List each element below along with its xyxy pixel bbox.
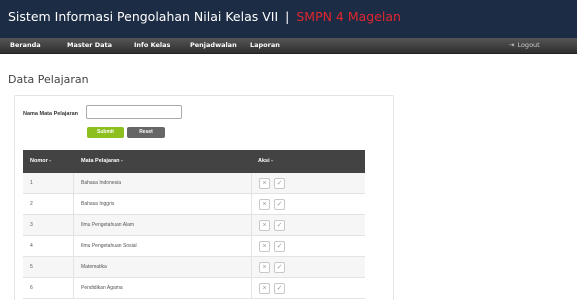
edit-button[interactable]: ✓ [274,241,285,252]
nav-item-master-data[interactable]: Master Data [67,41,112,49]
edit-button[interactable]: ✓ [274,178,285,189]
column-divider [73,257,74,277]
school-name: SMPN 4 Magelan [296,9,401,24]
main-navbar: Beranda Master Data Info Kelas Penjadwal… [0,38,577,54]
check-icon: ✓ [276,180,283,187]
column-divider [251,215,252,235]
column-header-mata-pelajaran[interactable]: Mata Pelajaran - [81,158,123,164]
row-number: 5 [30,264,33,270]
column-divider [73,215,74,235]
table-row: 1 Bahasa Indonesia × ✓ [23,173,365,194]
column-divider [251,278,252,298]
title-separator: | [285,9,290,24]
column-divider [73,278,74,298]
row-number: 6 [30,285,33,291]
row-subject: Matematika [81,264,107,270]
row-subject: Ilmu Pengetahuan Sosial [81,243,137,249]
table-row: 6 Pendidikan Agama × ✓ [23,278,365,299]
check-icon: ✓ [276,222,283,229]
close-icon: × [262,243,267,250]
delete-button[interactable]: × [259,220,270,231]
check-icon: ✓ [276,201,283,208]
delete-button[interactable]: × [259,199,270,210]
row-subject: Pendidikan Agama [81,285,123,291]
close-icon: × [262,222,267,229]
column-divider [251,194,252,214]
column-divider [251,173,252,193]
delete-button[interactable]: × [259,262,270,273]
app-header: Sistem Informasi Pengolahan Nilai Kelas … [0,0,577,38]
edit-button[interactable]: ✓ [274,283,285,294]
nav-item-info-kelas[interactable]: Info Kelas [134,41,170,49]
edit-button[interactable]: ✓ [274,262,285,273]
app-title-text: Sistem Informasi Pengolahan Nilai Kelas … [8,9,279,24]
delete-button[interactable]: × [259,178,270,189]
column-header-nomor[interactable]: Nomor - [30,158,51,164]
table-row: 5 Matematika × ✓ [23,257,365,278]
row-subject: Bahasa Indonesia [81,180,122,186]
nav-item-penjadwalan[interactable]: Penjadwalan [190,41,237,49]
delete-button[interactable]: × [259,283,270,294]
close-icon: × [262,201,267,208]
check-icon: ✓ [276,264,283,271]
column-divider [251,257,252,277]
logout-arrow-icon: ⇥ [509,41,515,49]
table-row: 3 Ilmu Pengetahuan Alam × ✓ [23,215,365,236]
nav-item-laporan[interactable]: Laporan [250,41,280,49]
logout-label: Logout [517,41,540,49]
check-icon: ✓ [276,285,283,292]
submit-button[interactable]: Submit [87,127,124,138]
column-divider [73,236,74,256]
close-icon: × [262,264,267,271]
row-subject: Bahasa Inggris [81,201,115,207]
row-subject: Ilmu Pengetahuan Alam [81,222,135,228]
row-number: 3 [30,222,33,228]
column-divider [73,173,74,193]
close-icon: × [262,180,267,187]
logout-link[interactable]: ⇥ Logout [509,41,540,49]
subject-name-label: Nama Mata Pelajaran [23,111,79,117]
column-divider [251,236,252,256]
row-number: 2 [30,201,33,207]
table-row: 2 Bahasa Inggris × ✓ [23,194,365,215]
delete-button[interactable]: × [259,241,270,252]
table-row: 4 Ilmu Pengetahuan Sosial × ✓ [23,236,365,257]
edit-button[interactable]: ✓ [274,199,285,210]
row-number: 4 [30,243,33,249]
page-title: Data Pelajaran [8,73,89,86]
column-divider [73,194,74,214]
row-number: 1 [30,180,33,186]
edit-button[interactable]: ✓ [274,220,285,231]
nav-item-beranda[interactable]: Beranda [10,41,41,49]
close-icon: × [262,285,267,292]
app-title: Sistem Informasi Pengolahan Nilai Kelas … [8,9,401,24]
reset-button[interactable]: Reset [127,127,165,138]
column-header-aksi[interactable]: Aksi - [258,158,273,164]
check-icon: ✓ [276,243,283,250]
subject-name-input[interactable] [86,105,182,119]
table-header: Nomor - Mata Pelajaran - Aksi - [23,150,365,173]
